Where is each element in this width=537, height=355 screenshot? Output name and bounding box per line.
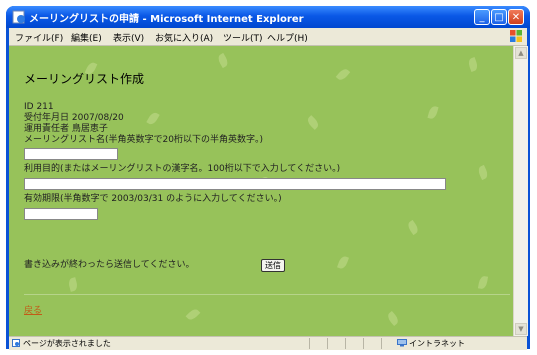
- leaf-decoration: [185, 307, 201, 322]
- leaf-decoration: [467, 57, 479, 72]
- expiry-label: 有効期限(半角数字で 2003/03/31 のように入力してください。): [24, 194, 282, 204]
- menu-file[interactable]: ファイル(F): [15, 31, 63, 44]
- leaf-decoration: [67, 277, 79, 292]
- leaf-decoration: [337, 255, 349, 270]
- menu-favorites[interactable]: お気に入り(A): [155, 31, 213, 44]
- zone-text: イントラネット: [409, 339, 465, 348]
- vertical-scrollbar[interactable]: ▲ ▼: [513, 46, 528, 336]
- intranet-zone-icon: [397, 339, 407, 347]
- id-line: ID 211: [24, 102, 54, 112]
- divider: [24, 294, 510, 295]
- menu-help[interactable]: ヘルプ(H): [267, 31, 308, 44]
- page-title: メーリングリスト作成: [24, 72, 145, 86]
- browser-window: メーリングリストの申請 - Microsoft Internet Explore…: [6, 6, 530, 350]
- status-divider: [381, 338, 382, 349]
- menu-view[interactable]: 表示(V): [113, 31, 144, 44]
- list-name-input[interactable]: [24, 148, 118, 160]
- leaf-decoration: [216, 52, 230, 69]
- list-name-label: メーリングリスト名(半角英数字で20桁以下の半角英数字。): [24, 135, 263, 145]
- leaf-decoration: [305, 115, 321, 130]
- page-content: メーリングリスト作成 ID 211 受付年月日 2007/08/20 運用責任者…: [9, 46, 513, 336]
- submit-button[interactable]: 送信: [261, 259, 285, 272]
- leaf-decoration: [405, 219, 421, 236]
- leaf-decoration: [427, 105, 439, 120]
- page-done-icon: [12, 339, 20, 347]
- status-divider: [345, 338, 346, 349]
- title-bar: メーリングリストの申請 - Microsoft Internet Explore…: [6, 6, 530, 28]
- close-button[interactable]: ✕: [508, 9, 524, 25]
- admin-line: 運用責任者 鳥居恵子: [24, 124, 108, 134]
- leaf-decoration: [335, 66, 351, 83]
- status-bar: ページが表示されました イントラネット: [9, 336, 527, 350]
- maximize-button[interactable]: □: [491, 9, 507, 25]
- menu-bar: ファイル(F) 編集(E) 表示(V) お気に入り(A) ツール(T) ヘルプ(…: [9, 28, 527, 46]
- instruction-text: 書き込みが終わったら送信してください。: [24, 260, 195, 270]
- ie-page-icon: [12, 10, 25, 24]
- status-divider: [327, 338, 328, 349]
- date-line: 受付年月日 2007/08/20: [24, 113, 124, 123]
- menu-tools[interactable]: ツール(T): [223, 31, 263, 44]
- back-link[interactable]: 戻る: [24, 303, 42, 316]
- scroll-up-arrow-icon[interactable]: ▲: [515, 47, 527, 59]
- purpose-label: 利用目的(またはメーリングリストの漢字名。100桁以下で入力してください。): [24, 164, 341, 174]
- leaf-decoration: [476, 164, 490, 181]
- leaf-decoration: [477, 275, 489, 290]
- scroll-down-arrow-icon[interactable]: ▼: [515, 323, 527, 335]
- minimize-button[interactable]: _: [474, 9, 490, 25]
- leaf-decoration: [385, 310, 401, 327]
- status-divider: [363, 338, 364, 349]
- status-text: ページが表示されました: [23, 339, 111, 348]
- window-title: メーリングリストの申請 - Microsoft Internet Explore…: [29, 14, 304, 25]
- purpose-input[interactable]: [24, 178, 446, 190]
- leaf-decoration: [146, 110, 160, 127]
- expiry-input[interactable]: [24, 208, 98, 220]
- menu-edit[interactable]: 編集(E): [71, 31, 102, 44]
- status-divider: [309, 338, 310, 349]
- windows-logo-icon: [510, 30, 522, 42]
